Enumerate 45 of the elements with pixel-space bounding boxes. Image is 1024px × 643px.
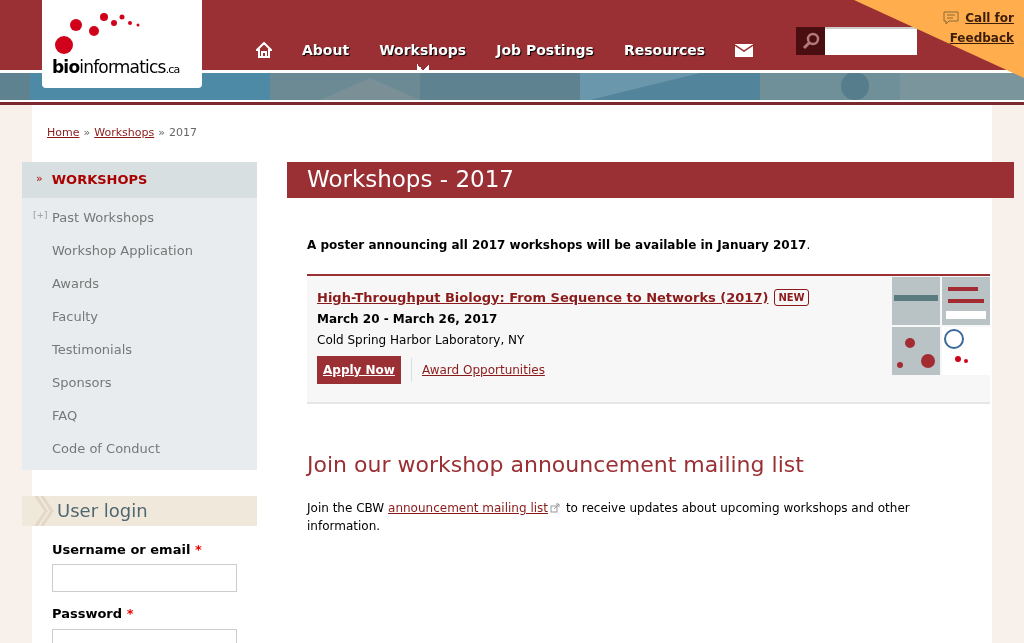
workshop-dates: March 20 - March 26, 2017: [317, 311, 499, 328]
sidebar-item[interactable]: Awards: [52, 274, 100, 294]
workshop-location: Cold Spring Harbor Laboratory, NY: [317, 332, 526, 349]
search-field[interactable]: [825, 27, 917, 55]
nav-link[interactable]: About: [302, 30, 350, 70]
feedback-link[interactable]: Call for: [965, 9, 1014, 27]
field-label: Password *: [52, 605, 135, 623]
sidebar-item[interactable]: Past Workshops: [52, 208, 155, 228]
mailing-list-link[interactable]: announcement mailing list: [388, 500, 549, 515]
breadcrumb-link[interactable]: Workshops: [94, 125, 155, 142]
input-field[interactable]: [52, 564, 237, 592]
mail-icon: [735, 43, 754, 57]
sidebar-item[interactable]: FAQ: [52, 406, 78, 426]
field-label: Username or email *: [52, 540, 203, 559]
home-icon: [256, 42, 272, 58]
nav-link[interactable]: Job Postings: [496, 30, 594, 70]
breadcrumb-current: 2017: [168, 125, 197, 141]
sidebar-item[interactable]: Workshop Application: [52, 241, 193, 261]
chevron-marker: »: [36, 171, 43, 188]
breadcrumb-separator: »: [158, 125, 165, 141]
new-badge: NEW: [774, 288, 809, 306]
workshop-title-link[interactable]: High-Throughput Biology: From Sequence to Networks (2017): [317, 287, 769, 307]
mailing-text: Join the CBW announcement mailing list to receive updates about upcoming workshops and other information.: [307, 499, 911, 535]
sidebar-title: WORKSHOPS: [51, 170, 148, 189]
sidebar-item[interactable]: Testimonials: [52, 340, 133, 360]
nav-link[interactable]: Resources: [623, 30, 706, 70]
breadcrumb-separator: »: [83, 125, 91, 141]
block-title: User login: [57, 499, 148, 523]
sidebar-item[interactable]: Sponsors: [52, 373, 112, 393]
logo-text: bioinformatics.ca: [52, 57, 180, 79]
intro-text: A poster announcing all 2017 workshops will be available in January 2017.: [307, 236, 812, 254]
feedback-link[interactable]: Feedback: [949, 29, 1014, 47]
search-icon: [801, 32, 820, 50]
site-logo[interactable]: bioinformatics.ca: [42, 0, 202, 88]
external-link-icon: [550, 503, 561, 513]
breadcrumb-link[interactable]: Home: [47, 125, 80, 142]
search-button[interactable]: [796, 27, 825, 55]
award-opportunities-link[interactable]: Award Opportunities: [421, 361, 545, 379]
chevron-icon: [34, 495, 56, 526]
speech-bubble-icon: [943, 11, 960, 25]
sidebar-item[interactable]: Code of Conduct: [52, 439, 161, 459]
page-title: Workshops - 2017: [287, 161, 1014, 198]
apply-now-button[interactable]: Apply Now: [317, 356, 401, 384]
sidebar-item[interactable]: Faculty: [52, 307, 99, 327]
section-heading: Join our workshop announcement mailing list: [307, 450, 805, 479]
